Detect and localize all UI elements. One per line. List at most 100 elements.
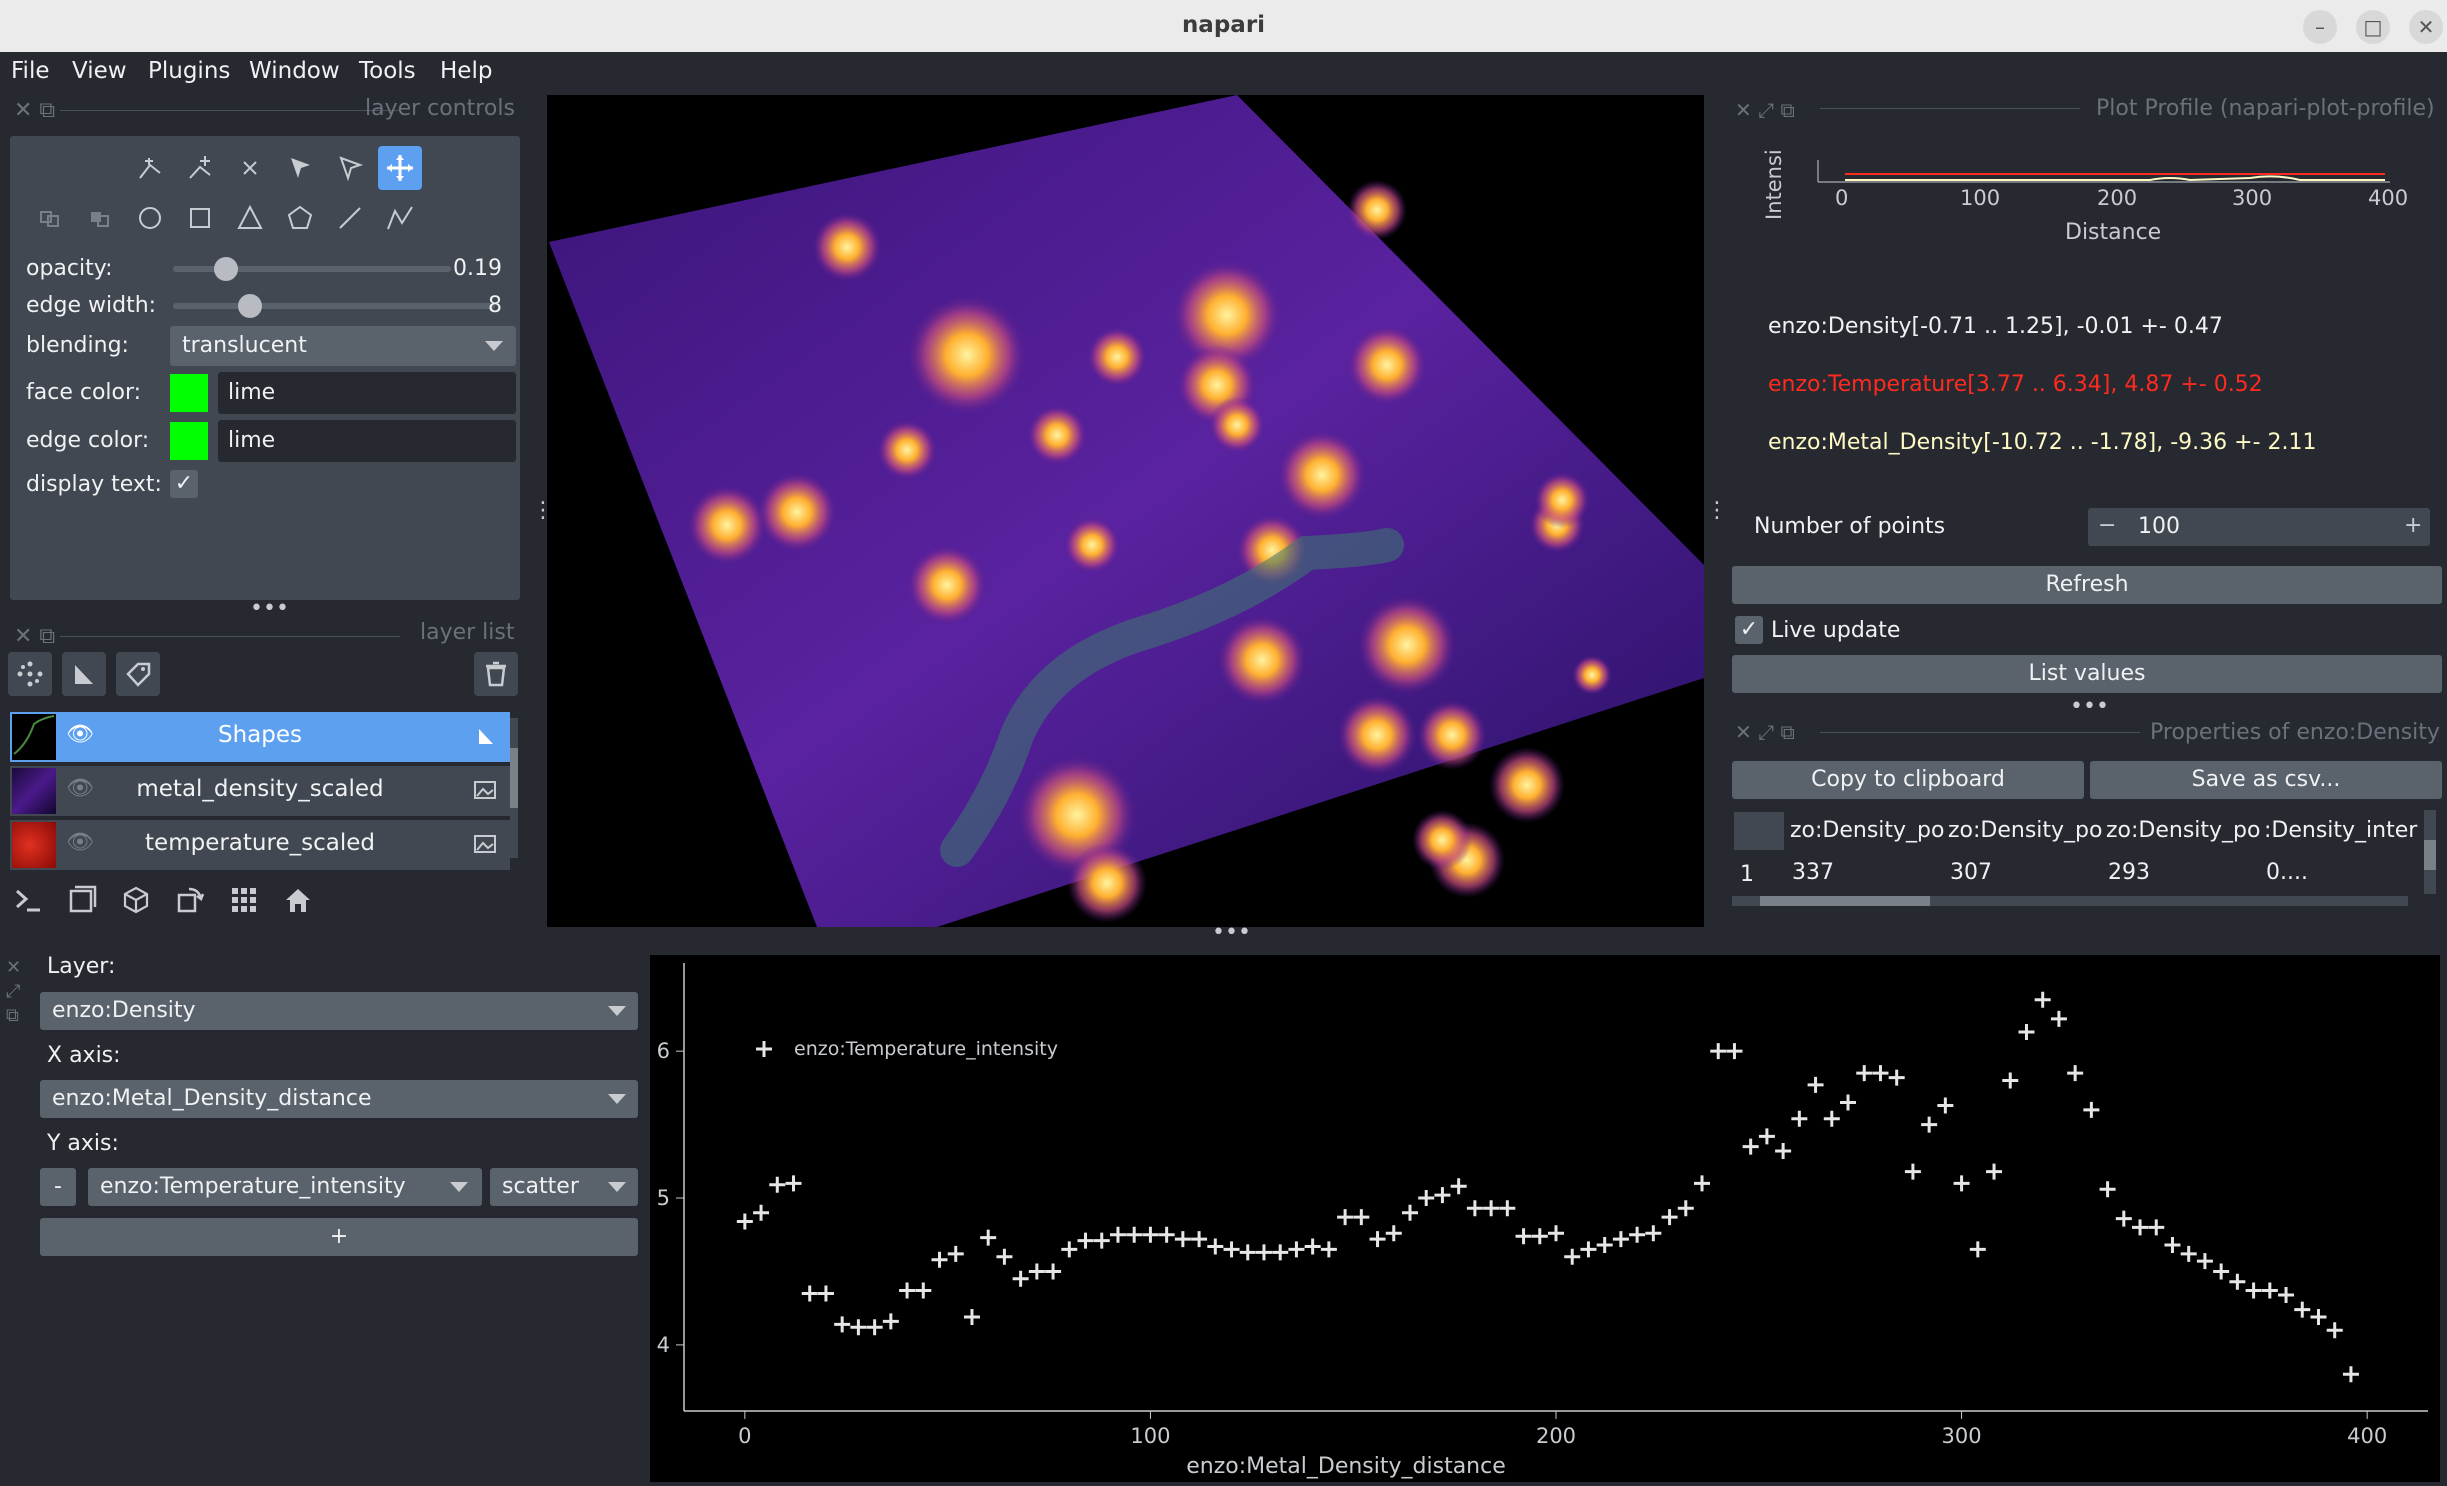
data-point — [1191, 1231, 1208, 1248]
maximize-button[interactable]: □ — [2356, 10, 2390, 44]
ndisplay-button[interactable] — [60, 878, 104, 922]
blending-dropdown[interactable]: translucent — [170, 326, 516, 366]
table-cell[interactable]: 307 — [1950, 860, 1992, 885]
close-window-button[interactable]: ✕ — [2409, 10, 2443, 44]
image-canvas[interactable] — [547, 95, 1704, 927]
num-points-spinbox[interactable]: − 100 + — [2088, 508, 2430, 546]
data-point — [1937, 1097, 1954, 1114]
data-point — [1353, 1209, 1370, 1226]
splitter-handle[interactable]: ••• — [250, 596, 289, 621]
column-header[interactable]: :Density_inter — [2264, 818, 2420, 843]
select-shapes-tool[interactable] — [328, 146, 372, 190]
new-labels-layer-button[interactable] — [116, 652, 160, 696]
profile-ylabel: Intensi — [1762, 149, 1786, 220]
direct-select-tool[interactable] — [278, 146, 322, 190]
yaxis-dropdown[interactable]: enzo:Temperature_intensity — [88, 1168, 482, 1206]
save-as-csv-button[interactable]: Save as csv... — [2090, 761, 2442, 799]
column-header[interactable]: zo:Density_po — [1790, 818, 1944, 843]
add-ellipses-tool[interactable] — [128, 196, 172, 240]
display-text-checkbox[interactable]: ✓ — [170, 470, 198, 498]
menu-tools[interactable]: Tools — [359, 58, 416, 84]
add-polygons-tool[interactable] — [278, 196, 322, 240]
list-values-button[interactable]: List values — [1732, 655, 2442, 693]
live-update-checkbox[interactable]: ✓ — [1735, 616, 1763, 644]
table-cell[interactable]: 0.... — [2266, 860, 2308, 885]
y-tick-label: 6 — [657, 1039, 670, 1063]
data-point — [1158, 1226, 1175, 1243]
3d-cube-button[interactable] — [114, 878, 158, 922]
remove-yaxis-button[interactable]: - — [40, 1168, 76, 1206]
add-rectangles-tool[interactable] — [178, 196, 222, 240]
edge-color-swatch[interactable] — [170, 422, 208, 460]
data-point — [1093, 1232, 1110, 1249]
table-cell[interactable]: 337 — [1792, 860, 1834, 885]
grid-view-button[interactable] — [222, 878, 266, 922]
decrement-button[interactable]: − — [2098, 513, 2116, 538]
console-button[interactable] — [6, 878, 50, 922]
xaxis-dropdown[interactable]: enzo:Metal_Density_distance — [40, 1080, 638, 1118]
splitter-handle[interactable]: ⋮ — [532, 498, 554, 523]
data-point — [1791, 1110, 1808, 1127]
image-type-icon — [474, 834, 496, 858]
layer-row-temperature[interactable]: 👁 temperature_scaled — [10, 820, 510, 870]
layer-list-scrollbar[interactable] — [510, 718, 518, 858]
new-shapes-layer-button[interactable] — [62, 652, 106, 696]
add-yaxis-button[interactable]: + — [40, 1218, 638, 1256]
menu-help[interactable]: Help — [440, 58, 492, 84]
layer-list-dock-icon[interactable]: ✕ ⧉ — [14, 624, 55, 649]
horizontal-scrollbar[interactable] — [1732, 896, 2408, 906]
select-vertices-tool[interactable] — [128, 146, 172, 190]
plot-profile-dock-icons[interactable]: ✕ ⤢ ⧉ — [1735, 98, 1795, 122]
dock-close-icon[interactable]: ✕ ⧉ — [14, 98, 55, 123]
plot-type-dropdown[interactable]: scatter — [490, 1168, 638, 1206]
rotate-button[interactable] — [168, 878, 212, 922]
display-text-label: display text: — [26, 472, 162, 497]
metal-density-stats: enzo:Metal_Density[-10.72 .. -1.78], -9.… — [1768, 430, 2317, 455]
scatter-plot-area[interactable]: 0 100 200 300 400 4 5 6 enzo:Metal_Density_dista… — [650, 955, 2440, 1482]
move-to-back-tool[interactable] — [78, 196, 122, 240]
new-points-layer-button[interactable] — [8, 652, 52, 696]
pan-zoom-tool[interactable] — [378, 146, 422, 190]
menu-window[interactable]: Window — [249, 58, 340, 84]
add-triangle-tool[interactable] — [228, 196, 272, 240]
face-color-input[interactable]: lime — [218, 372, 516, 414]
data-point — [1661, 1209, 1678, 1226]
move-to-front-tool[interactable] — [28, 196, 72, 240]
add-path-tool[interactable] — [378, 196, 422, 240]
edge-color-input[interactable]: lime — [218, 420, 516, 462]
remove-vertex-tool[interactable] — [228, 146, 272, 190]
edge-width-label: edge width: — [26, 293, 157, 318]
add-lines-tool[interactable] — [328, 196, 372, 240]
plotter-dock-icons[interactable]: ✕ ⤢ ⧉ — [6, 956, 21, 1028]
face-color-swatch[interactable] — [170, 374, 208, 412]
splitter-handle[interactable]: ⋮ — [1706, 498, 1728, 523]
increment-button[interactable]: + — [2404, 513, 2422, 538]
layer-dropdown[interactable]: enzo:Density — [40, 992, 638, 1030]
splitter-handle[interactable]: ••• — [1212, 920, 1251, 945]
delete-layer-button[interactable] — [474, 652, 518, 696]
menu-file[interactable]: File — [11, 58, 50, 84]
column-header[interactable]: zo:Density_po — [2106, 818, 2260, 843]
refresh-button[interactable]: Refresh — [1732, 566, 2442, 604]
layer-row-shapes[interactable]: 👁 Shapes — [10, 712, 510, 762]
splitter-handle[interactable]: ••• — [2070, 694, 2109, 719]
vertical-scrollbar[interactable] — [2424, 810, 2436, 894]
edge-width-slider-handle[interactable] — [238, 294, 263, 318]
layer-label: Layer: — [47, 954, 116, 979]
menu-view[interactable]: View — [72, 58, 127, 84]
copy-to-clipboard-button[interactable]: Copy to clipboard — [1732, 761, 2084, 799]
data-point — [850, 1319, 867, 1336]
properties-dock-icons[interactable]: ✕ ⤢ ⧉ — [1735, 720, 1795, 744]
minimize-button[interactable]: – — [2303, 10, 2337, 44]
layer-row-metal-density[interactable]: 👁 metal_density_scaled — [10, 766, 510, 816]
edge-width-slider[interactable] — [173, 303, 495, 309]
data-point — [1694, 1175, 1711, 1192]
menu-plugins[interactable]: Plugins — [148, 58, 230, 84]
home-icon[interactable] — [276, 878, 320, 922]
chevron-down-icon — [485, 341, 503, 351]
column-header[interactable]: zo:Density_po — [1948, 818, 2102, 843]
table-cell[interactable]: 293 — [2108, 860, 2150, 885]
opacity-slider-handle[interactable] — [213, 257, 238, 281]
add-vertex-tool[interactable] — [178, 146, 222, 190]
data-point — [2245, 1282, 2262, 1299]
